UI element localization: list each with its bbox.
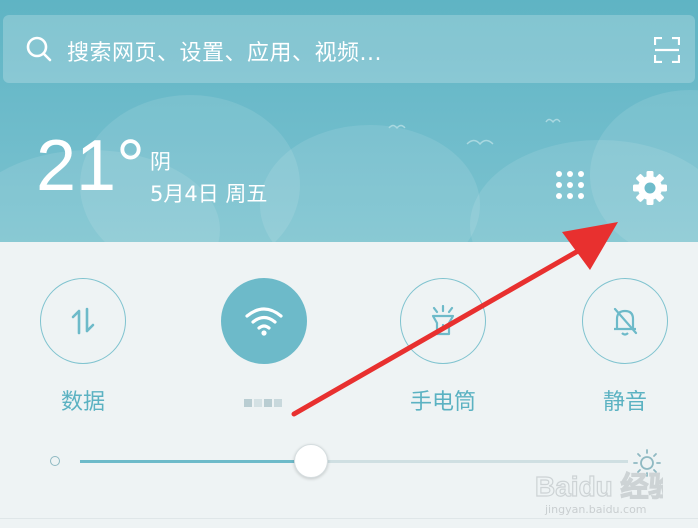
divider bbox=[0, 518, 698, 519]
date-label: 5月4日 周五 bbox=[150, 182, 268, 206]
wifi-icon bbox=[245, 307, 283, 336]
temperature: 21° bbox=[36, 126, 145, 206]
bird-icon bbox=[388, 124, 406, 130]
toggle-wifi[interactable] bbox=[219, 278, 309, 413]
search-bar[interactable]: 搜索网页、设置、应用、视频... bbox=[3, 15, 695, 83]
search-icon bbox=[26, 36, 52, 62]
baidu-jingyan-watermark: Baidu 经验 bbox=[534, 469, 663, 502]
toggle-flashlight-circle[interactable] bbox=[400, 278, 486, 364]
flashlight-icon bbox=[431, 305, 455, 336]
search-placeholder: 搜索网页、设置、应用、视频... bbox=[67, 41, 382, 66]
watermark-url: jingyan.baidu.com bbox=[545, 503, 647, 516]
toggle-mute[interactable]: 静音 bbox=[580, 278, 670, 416]
scan-icon[interactable] bbox=[654, 37, 680, 63]
watermark-brand: Baidu 经验 bbox=[535, 470, 663, 502]
toggle-flashlight-label: 手电筒 bbox=[409, 390, 476, 415]
blurred-ssid bbox=[274, 399, 282, 407]
gear-icon[interactable] bbox=[630, 168, 670, 208]
brightness-slider-fill bbox=[80, 460, 311, 463]
weather-condition: 阴 bbox=[150, 150, 171, 174]
brightness-slider-thumb[interactable] bbox=[294, 444, 329, 478]
mute-bell-icon bbox=[613, 307, 638, 336]
blurred-ssid bbox=[254, 399, 262, 407]
blurred-ssid bbox=[244, 399, 252, 407]
toggle-mute-circle[interactable] bbox=[582, 278, 668, 364]
toggle-data[interactable]: 数据 bbox=[38, 278, 128, 416]
toggle-mute-label: 静音 bbox=[602, 390, 647, 415]
brightness-low-icon bbox=[50, 456, 60, 466]
bird-icon bbox=[466, 139, 494, 146]
data-transfer-icon bbox=[71, 307, 95, 335]
toggle-data-circle[interactable] bbox=[40, 278, 126, 364]
blurred-ssid bbox=[264, 399, 272, 407]
weather-header: 搜索网页、设置、应用、视频... 21° 阴 5月4日 周五 bbox=[0, 0, 698, 242]
toggle-wifi-label bbox=[219, 388, 309, 413]
toggle-flashlight[interactable]: 手电筒 bbox=[398, 278, 488, 416]
app-grid-icon[interactable] bbox=[553, 168, 587, 202]
toggle-wifi-circle[interactable] bbox=[221, 278, 307, 364]
bird-icon bbox=[545, 118, 561, 124]
toggle-data-label: 数据 bbox=[60, 390, 105, 415]
